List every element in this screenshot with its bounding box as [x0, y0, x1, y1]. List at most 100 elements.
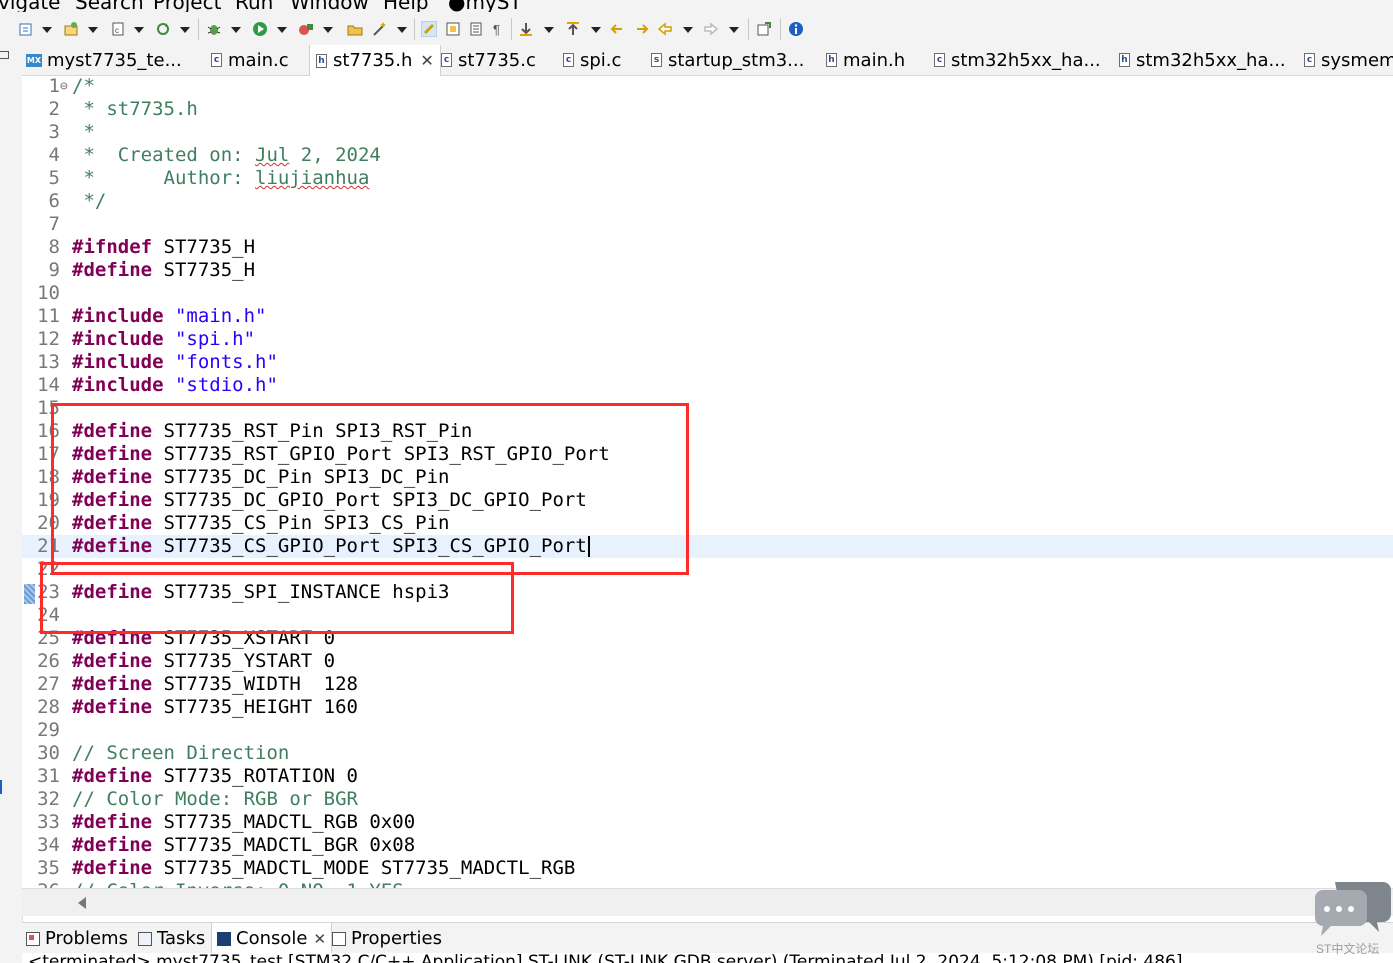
tab-spi-c[interactable]: c spi.c	[563, 45, 621, 75]
info-icon[interactable]	[788, 21, 804, 37]
new-dropdown-icon[interactable]	[42, 27, 52, 33]
debug-dropdown-icon[interactable]	[231, 27, 241, 33]
code-line[interactable]: 6 */	[22, 190, 1393, 213]
tab-label: sysmem	[1321, 49, 1393, 71]
forward-edit-icon[interactable]	[633, 21, 649, 37]
line-number: 10	[37, 282, 60, 304]
run-icon[interactable]	[252, 21, 268, 37]
scroll-left-icon[interactable]	[78, 897, 86, 909]
tab-tasks[interactable]: Tasks	[138, 923, 205, 954]
fold-toggle-icon[interactable]: ⊖	[60, 76, 71, 98]
code-line[interactable]: 28 #define ST7735_HEIGHT 160	[22, 696, 1393, 719]
tab-startup-stm3[interactable]: s startup_stm3...	[651, 45, 804, 75]
code-line[interactable]: 3 *	[22, 121, 1393, 144]
properties-icon	[332, 931, 346, 946]
last-edit-location-icon[interactable]	[610, 21, 626, 37]
code-line[interactable]: 2 * st7735.h	[22, 98, 1393, 121]
tab-sysmem[interactable]: c sysmem	[1304, 45, 1393, 75]
menu-project[interactable]: Project	[153, 0, 221, 12]
code-line[interactable]: 7	[22, 213, 1393, 236]
tab-label: main.h	[843, 49, 906, 71]
close-icon[interactable]: ✕	[313, 930, 326, 948]
restore-icon[interactable]	[0, 51, 9, 59]
menu-window[interactable]: Window	[290, 0, 369, 12]
code-editor[interactable]: 1 ⊖/* 2 * st7735.h 3 * 4 * Created on: Jul 2…	[22, 76, 1393, 888]
menu-myst[interactable]: ●myST	[448, 0, 522, 12]
code-line[interactable]: 31 #define ST7735_ROTATION 0	[22, 765, 1393, 788]
external-tools-dropdown-icon[interactable]	[323, 27, 333, 33]
tab-problems[interactable]: Problems	[26, 923, 128, 954]
refresh-icon[interactable]	[155, 21, 171, 37]
tab-properties[interactable]: Properties	[332, 923, 442, 954]
annotation-box-spi-instance	[40, 562, 514, 634]
menu-search[interactable]: Search	[75, 0, 144, 12]
toolbar-separator	[198, 18, 199, 40]
run-dropdown-icon[interactable]	[277, 27, 287, 33]
tab-stm32h5xx-ha-c[interactable]: c stm32h5xx_ha...	[934, 45, 1101, 75]
show-whitespace-icon[interactable]: ¶	[490, 21, 506, 37]
new-file-dropdown-icon[interactable]	[134, 27, 144, 33]
code-text: * st7735.h	[72, 98, 197, 121]
forward-icon[interactable]	[703, 21, 719, 37]
close-icon[interactable]: ✕	[420, 51, 433, 70]
line-number: 1	[48, 76, 60, 97]
previous-annotation-dropdown-icon[interactable]	[591, 27, 601, 33]
new-file-icon[interactable]: c	[110, 21, 126, 37]
wand-dropdown-icon[interactable]	[397, 27, 407, 33]
line-number: 35	[37, 857, 60, 879]
build-dropdown-icon[interactable]	[88, 27, 98, 33]
back-dropdown-icon[interactable]	[683, 27, 693, 33]
code-line[interactable]: 29	[22, 719, 1393, 742]
tab-main-c[interactable]: c main.c	[211, 45, 289, 75]
code-line[interactable]: 32 // Color Mode: RGB or BGR	[22, 788, 1393, 811]
code-line[interactable]: 30 // Screen Direction	[22, 742, 1393, 765]
debug-icon[interactable]	[206, 21, 222, 37]
code-line[interactable]: 35 #define ST7735_MADCTL_MODE ST7735_MADC…	[22, 857, 1393, 880]
code-line[interactable]: 9 #define ST7735_H	[22, 259, 1393, 282]
code-token: 2, 2024	[289, 144, 381, 166]
new-icon[interactable]	[18, 21, 34, 37]
forward-dropdown-icon[interactable]	[729, 27, 739, 33]
tab-st7735-h[interactable]: h st7735.h ✕	[309, 45, 441, 76]
build-config-icon[interactable]	[63, 21, 79, 37]
word-wrap-icon[interactable]	[468, 21, 484, 37]
code-line[interactable]: 33 #define ST7735_MADCTL_RGB 0x00	[22, 811, 1393, 834]
tab-myst7735-test[interactable]: MX myst7735_te...	[26, 45, 182, 75]
toggle-mark-occurrences-icon[interactable]	[421, 21, 437, 37]
refresh-dropdown-icon[interactable]	[180, 27, 190, 33]
code-line[interactable]: 10	[22, 282, 1393, 305]
menu-navigate[interactable]: vigate	[0, 0, 61, 12]
next-annotation-dropdown-icon[interactable]	[544, 27, 554, 33]
code-line[interactable]: 8 #ifndef ST7735_H	[22, 236, 1393, 259]
code-line[interactable]: 26 #define ST7735_YSTART 0	[22, 650, 1393, 673]
code-line[interactable]: 36 // Color Inverse: 0=NO, 1=YES	[22, 880, 1393, 888]
pin-editor-icon[interactable]	[756, 21, 772, 37]
code-line[interactable]: 13 #include "fonts.h"	[22, 351, 1393, 374]
code-line[interactable]: 27 #define ST7735_WIDTH 128	[22, 673, 1393, 696]
horizontal-scrollbar[interactable]	[22, 888, 1393, 916]
tab-main-h[interactable]: h main.h	[826, 45, 905, 75]
back-icon[interactable]	[657, 21, 673, 37]
previous-annotation-icon[interactable]	[565, 21, 581, 37]
tab-st7735-c[interactable]: c st7735.c	[441, 45, 536, 75]
code-line[interactable]: 12 #include "spi.h"	[22, 328, 1393, 351]
code-line[interactable]: 11 #include "main.h"	[22, 305, 1393, 328]
menu-help[interactable]: Help	[383, 0, 429, 12]
open-folder-icon[interactable]	[347, 21, 363, 37]
code-line[interactable]: 14 #include "stdio.h"	[22, 374, 1393, 397]
code-line[interactable]: 5 * Author: liujianhua	[22, 167, 1393, 190]
code-line[interactable]: 4 * Created on: Jul 2, 2024	[22, 144, 1393, 167]
external-tools-icon[interactable]	[298, 21, 314, 37]
tab-stm32h5xx-ha-h[interactable]: h stm32h5xx_ha...	[1119, 45, 1286, 75]
code-line[interactable]: 34 #define ST7735_MADCTL_BGR 0x08	[22, 834, 1393, 857]
code-line[interactable]: 1 ⊖/*	[22, 76, 1393, 98]
next-annotation-icon[interactable]	[518, 21, 534, 37]
code-token: "stdio.h"	[174, 374, 278, 396]
wand-icon[interactable]	[372, 21, 388, 37]
tasks-icon	[138, 931, 152, 946]
line-number: 4	[48, 144, 60, 166]
code-text: #include "fonts.h"	[72, 351, 278, 374]
tab-console[interactable]: Console ✕	[211, 923, 333, 954]
menu-run[interactable]: Run	[235, 0, 273, 12]
block-selection-icon[interactable]	[445, 21, 461, 37]
